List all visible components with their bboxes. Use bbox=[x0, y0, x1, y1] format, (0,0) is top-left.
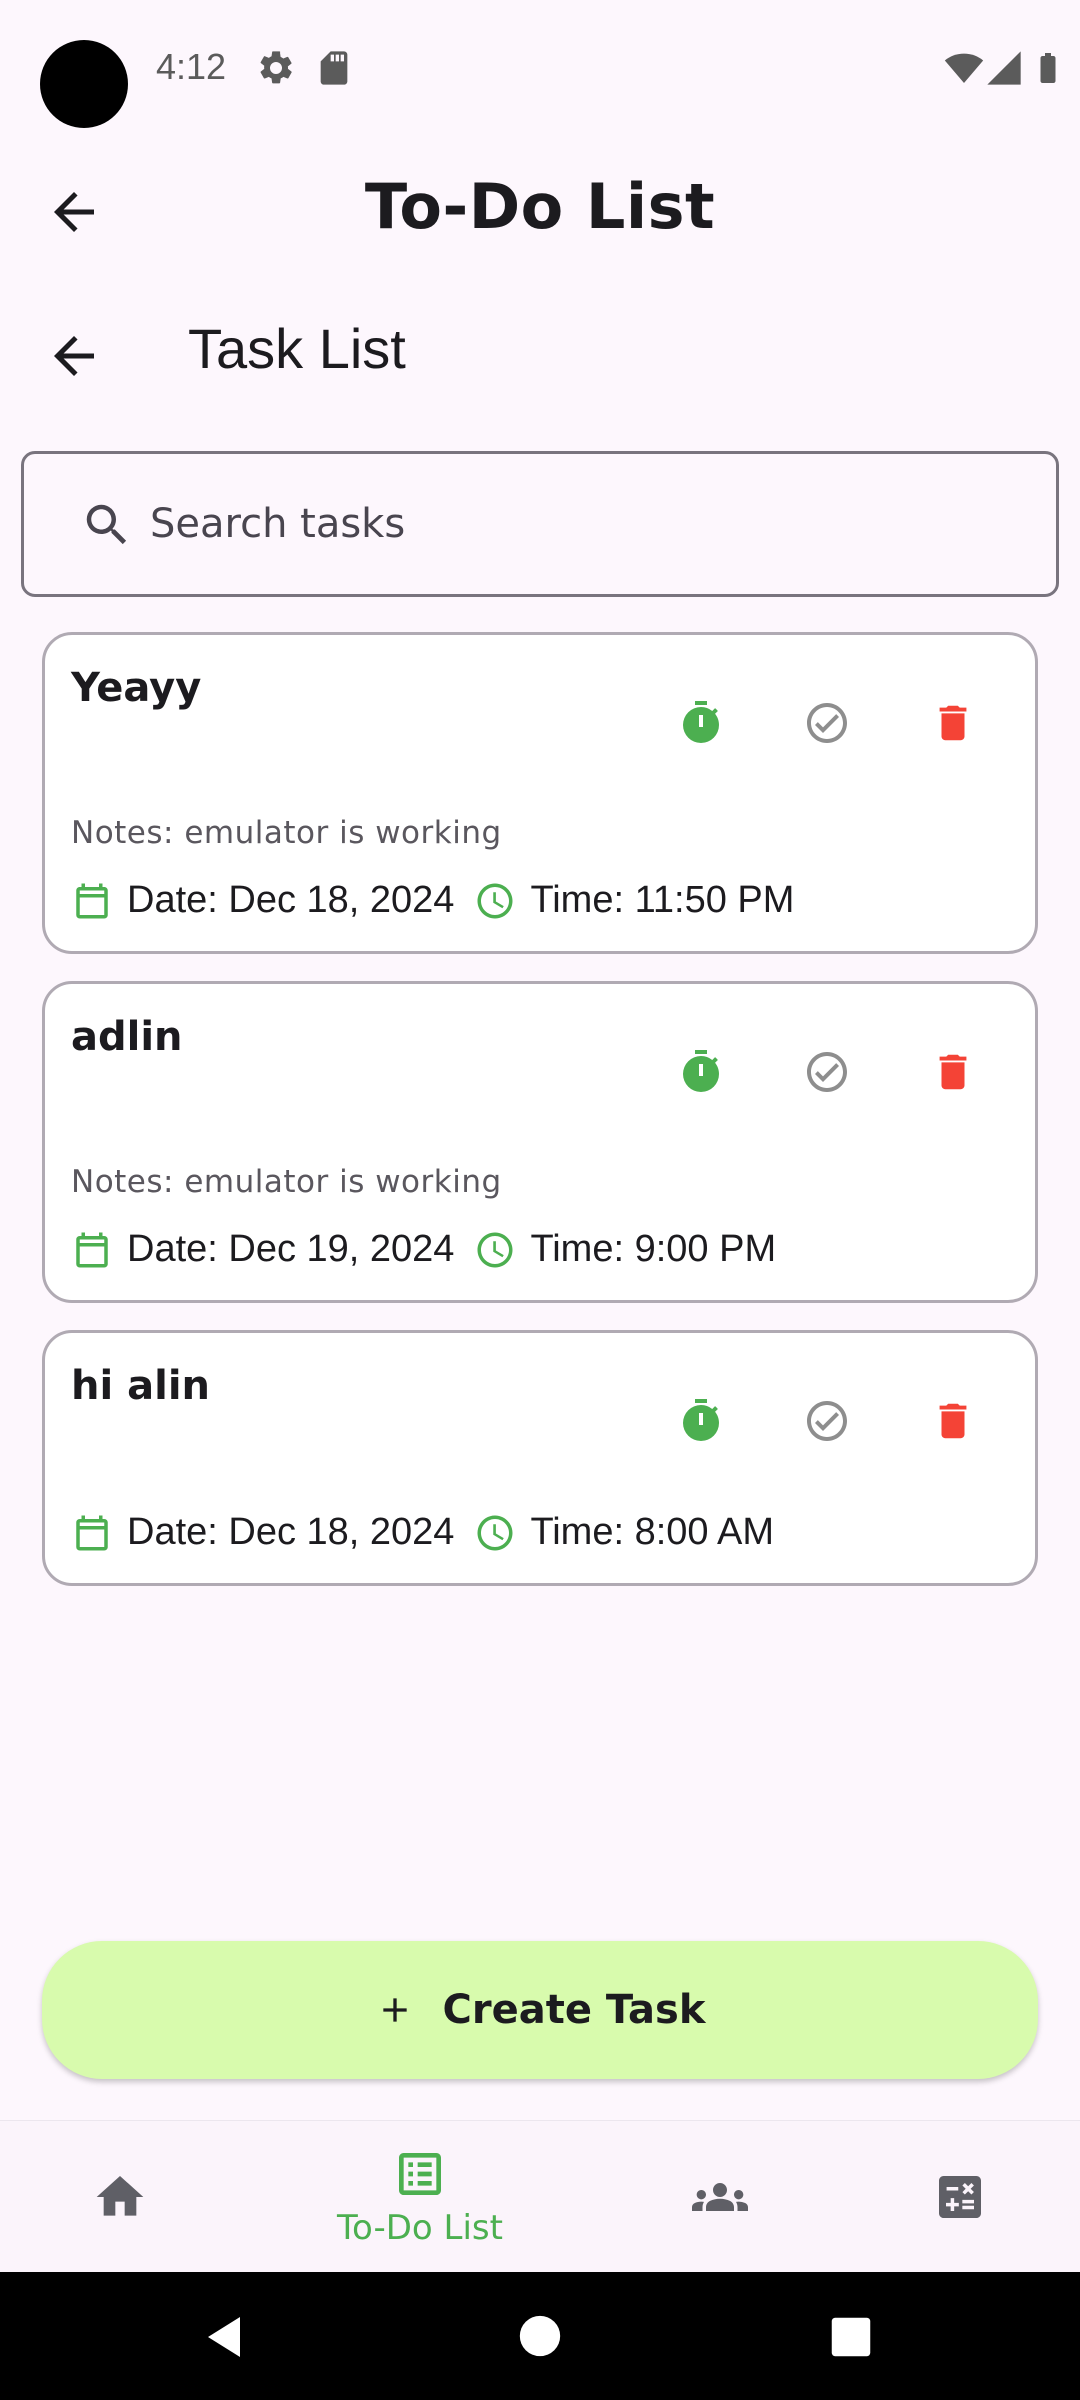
calendar-icon bbox=[76, 1232, 108, 1267]
settings-icon bbox=[260, 51, 292, 84]
task-meta: Date: Dec 18, 2024 Time: 8:00 AM bbox=[71, 1511, 774, 1554]
task-actions bbox=[675, 1395, 979, 1447]
task-notes: Notes: emulator is working bbox=[71, 815, 502, 851]
delete-button[interactable] bbox=[927, 1046, 979, 1098]
task-meta: Date: Dec 18, 2024 Time: 11:50 PM bbox=[71, 879, 794, 922]
create-task-label: Create Task bbox=[442, 1987, 706, 2033]
search-field[interactable] bbox=[21, 451, 1059, 597]
calculator-icon bbox=[939, 2176, 981, 2218]
complete-button[interactable] bbox=[801, 1046, 853, 1098]
check-circle-icon bbox=[807, 1401, 847, 1441]
signal-icon bbox=[987, 51, 1021, 85]
nav-item-groups[interactable] bbox=[620, 2121, 820, 2273]
check-circle-icon bbox=[807, 703, 847, 743]
timer-icon bbox=[683, 701, 719, 743]
nav-item-calculator[interactable] bbox=[860, 2121, 1060, 2273]
task-actions bbox=[675, 1046, 979, 1098]
delete-icon bbox=[939, 705, 967, 741]
task-time: Time: 8:00 AM bbox=[530, 1511, 775, 1553]
status-time: 4:12 bbox=[156, 46, 227, 87]
task-meta: Date: Dec 19, 2024 Time: 9:00 PM bbox=[71, 1228, 776, 1271]
timer-icon bbox=[683, 1399, 719, 1441]
delete-button[interactable] bbox=[927, 1395, 979, 1447]
nav-item-home[interactable] bbox=[20, 2121, 220, 2273]
nav-home-icon[interactable] bbox=[518, 2314, 562, 2358]
delete-icon bbox=[939, 1403, 967, 1439]
list-icon bbox=[399, 2153, 441, 2195]
status-bar: 4:12 bbox=[0, 0, 1080, 136]
task-title: Yeayy bbox=[71, 665, 202, 711]
calendar-icon bbox=[76, 1515, 108, 1550]
complete-button[interactable] bbox=[801, 697, 853, 749]
sd-card-icon bbox=[320, 51, 348, 85]
search-icon bbox=[86, 504, 127, 545]
task-actions bbox=[675, 697, 979, 749]
plus-icon bbox=[382, 1998, 407, 2022]
battery-icon bbox=[1040, 53, 1056, 83]
arrow-back-icon[interactable] bbox=[44, 326, 104, 386]
task-title: hi alin bbox=[71, 1363, 211, 1409]
clock-icon bbox=[477, 883, 513, 918]
page-title: To-Do List bbox=[364, 170, 716, 243]
create-task-button[interactable]: Create Task bbox=[42, 1941, 1038, 2079]
search-input[interactable] bbox=[150, 484, 1030, 564]
task-card[interactable]: hi alin Date: Dec 18, 2024 Time: 8:00 AM bbox=[42, 1330, 1038, 1586]
delete-icon bbox=[939, 1054, 967, 1090]
nav-recents-icon[interactable] bbox=[830, 2316, 872, 2358]
calendar-icon bbox=[76, 883, 108, 918]
task-card[interactable]: Yeayy Notes: emulator is working Date: D… bbox=[42, 632, 1038, 954]
timer-button[interactable] bbox=[675, 697, 727, 749]
home-icon bbox=[96, 2176, 144, 2216]
system-navigation-bar bbox=[0, 2272, 1080, 2400]
clock-icon bbox=[477, 1232, 513, 1267]
task-card[interactable]: adlin Notes: emulator is working Date: D… bbox=[42, 981, 1038, 1303]
timer-icon bbox=[683, 1050, 719, 1092]
nav-back-icon[interactable] bbox=[200, 2312, 248, 2362]
task-time: Time: 9:00 PM bbox=[530, 1228, 777, 1270]
group-icon bbox=[692, 2183, 748, 2211]
task-date: Date: Dec 18, 2024 bbox=[127, 879, 455, 921]
task-date: Date: Dec 18, 2024 bbox=[127, 1511, 455, 1553]
task-time: Time: 11:50 PM bbox=[530, 879, 795, 921]
timer-button[interactable] bbox=[675, 1046, 727, 1098]
task-notes: Notes: emulator is working bbox=[71, 1164, 502, 1200]
bottom-navigation: To-Do List bbox=[0, 2120, 1080, 2272]
sub-header: Task List bbox=[0, 316, 1080, 396]
task-title: adlin bbox=[71, 1014, 183, 1060]
delete-button[interactable] bbox=[927, 697, 979, 749]
nav-item-todo[interactable]: To-Do List bbox=[320, 2121, 520, 2273]
check-circle-icon bbox=[807, 1052, 847, 1092]
task-date: Date: Dec 19, 2024 bbox=[127, 1228, 455, 1270]
wifi-icon bbox=[944, 53, 984, 83]
timer-button[interactable] bbox=[675, 1395, 727, 1447]
section-title: Task List bbox=[188, 317, 406, 380]
complete-button[interactable] bbox=[801, 1395, 853, 1447]
nav-label-todo: To-Do List bbox=[337, 2208, 503, 2248]
clock-icon bbox=[477, 1515, 513, 1550]
camera-cutout bbox=[40, 40, 128, 128]
app-bar: To-Do List bbox=[0, 160, 1080, 260]
